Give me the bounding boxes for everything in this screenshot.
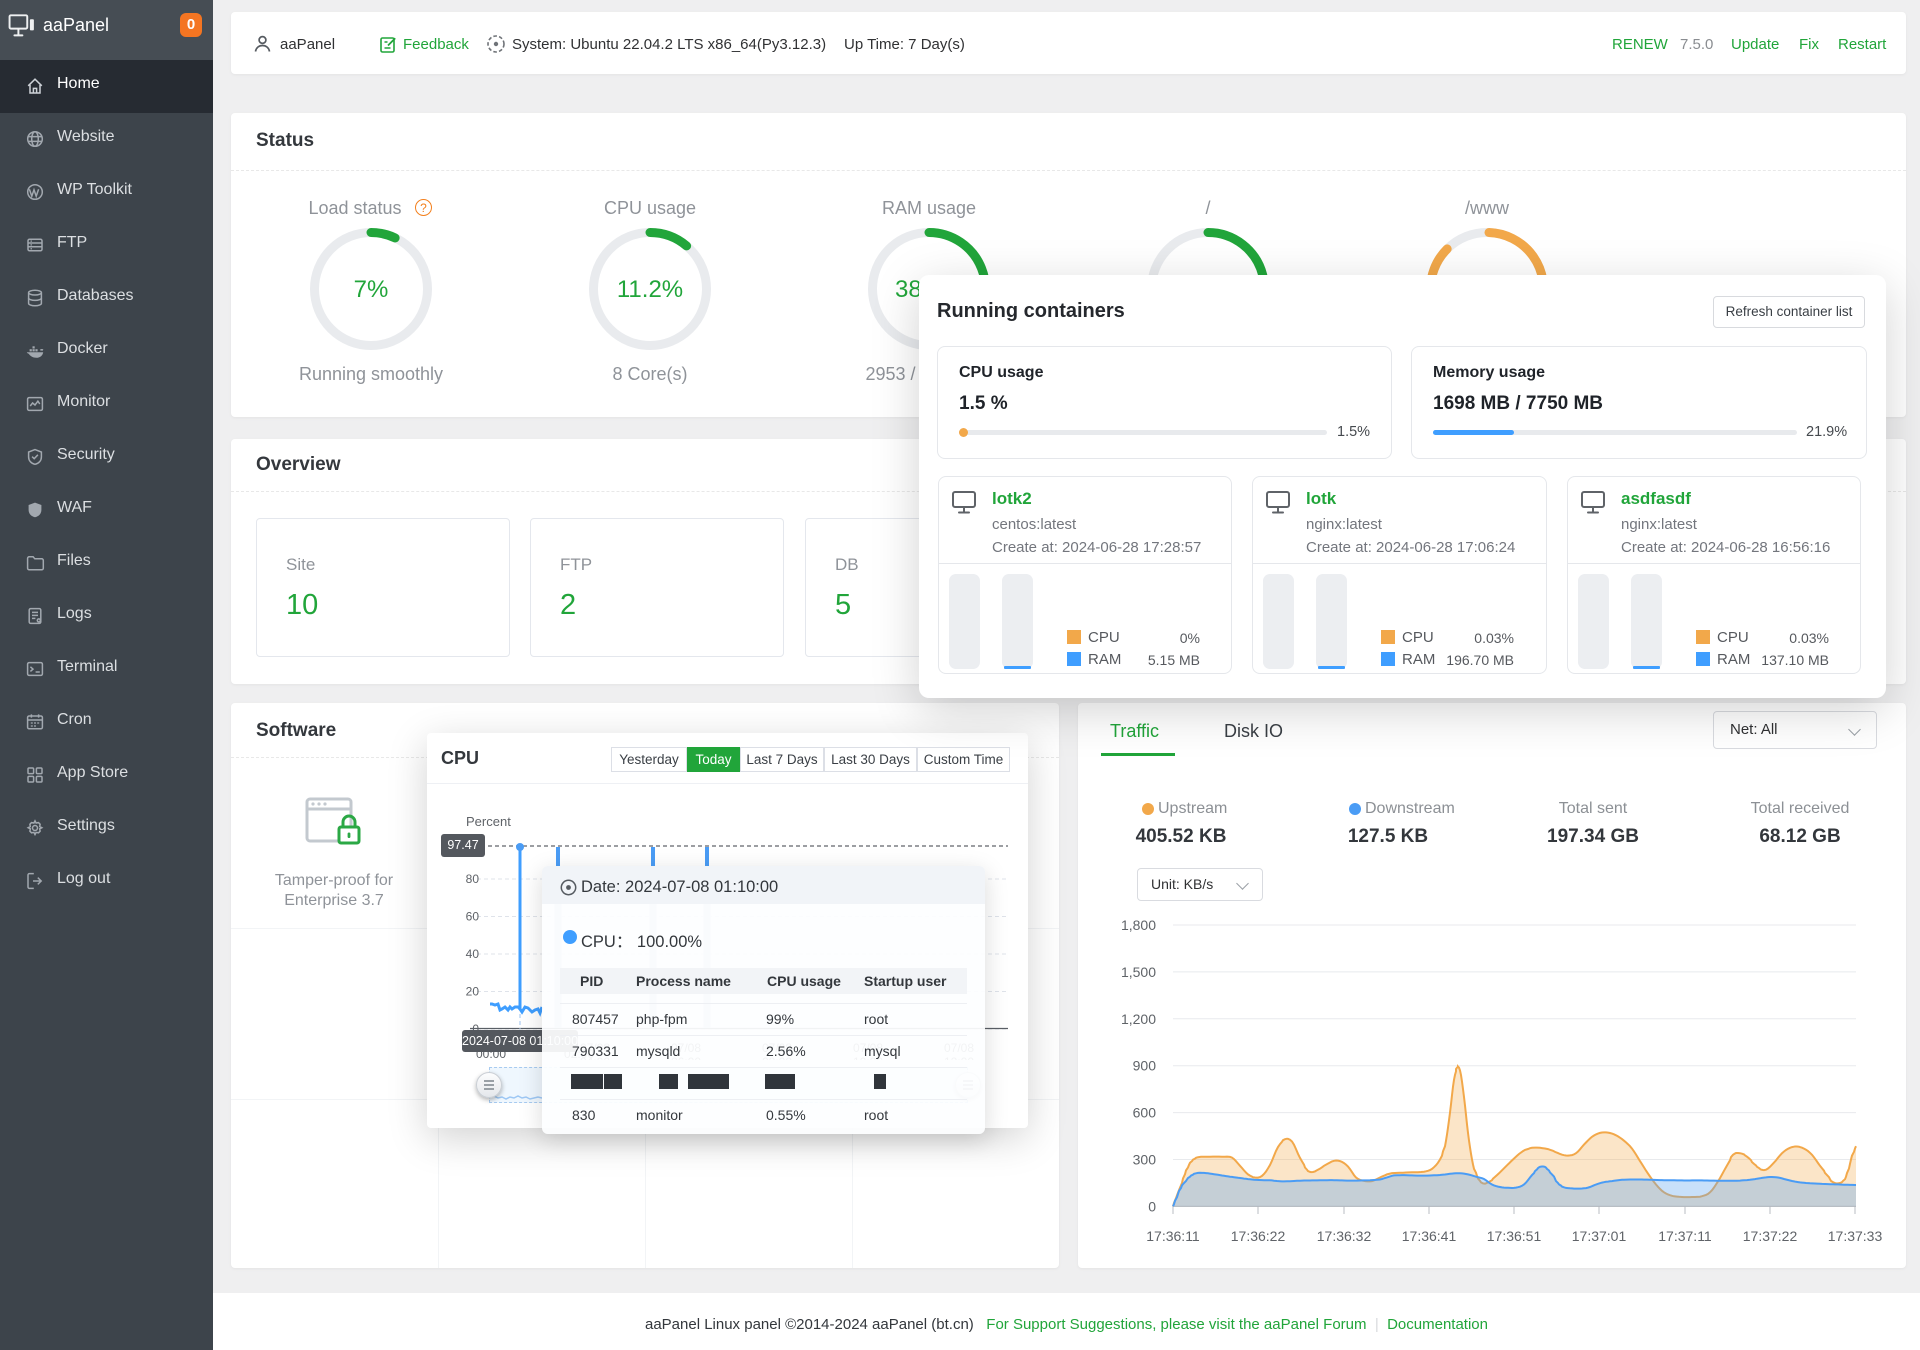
svg-text:17:36:41: 17:36:41 (1402, 1228, 1457, 1244)
svg-text:17:37:33: 17:37:33 (1828, 1228, 1883, 1244)
svg-text:300: 300 (1133, 1152, 1157, 1168)
svg-text:0: 0 (1148, 1198, 1156, 1214)
svg-text:17:36:11: 17:36:11 (1146, 1228, 1200, 1244)
svg-text:17:37:01: 17:37:01 (1572, 1228, 1627, 1244)
svg-text:17:36:32: 17:36:32 (1317, 1228, 1372, 1244)
svg-text:1,800: 1,800 (1121, 917, 1156, 933)
svg-text:17:37:11: 17:37:11 (1658, 1228, 1712, 1244)
svg-text:40: 40 (466, 947, 480, 961)
svg-text:17:37:22: 17:37:22 (1743, 1228, 1798, 1244)
svg-text:Percent: Percent (466, 814, 511, 829)
svg-text:80: 80 (466, 872, 480, 886)
svg-text:60: 60 (466, 910, 480, 924)
svg-text:1,200: 1,200 (1121, 1011, 1156, 1027)
svg-text:1,500: 1,500 (1121, 964, 1156, 980)
svg-text:20: 20 (466, 985, 480, 999)
svg-text:17:36:22: 17:36:22 (1231, 1228, 1286, 1244)
svg-text:17:36:51: 17:36:51 (1487, 1228, 1542, 1244)
svg-text:900: 900 (1133, 1058, 1157, 1074)
svg-text:600: 600 (1133, 1105, 1157, 1121)
